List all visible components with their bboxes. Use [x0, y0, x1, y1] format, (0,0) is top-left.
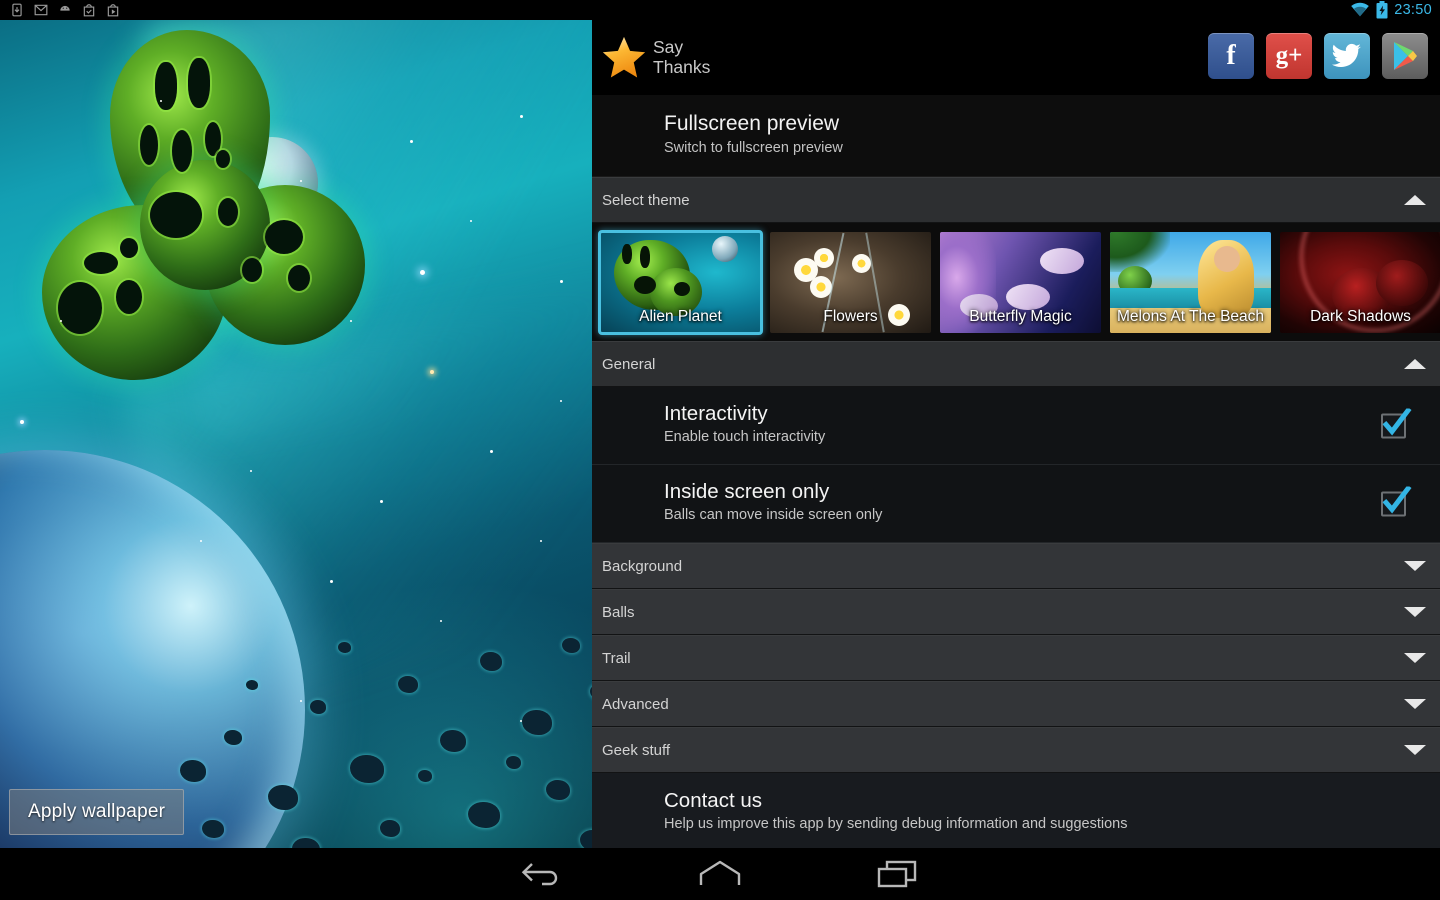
theme-list[interactable]: Alien Planet Flowers Butterfly Magic Mel…	[592, 223, 1440, 341]
fullscreen-preview-subtitle: Switch to fullscreen preview	[664, 140, 843, 156]
download-icon	[12, 3, 22, 17]
contact-us-row[interactable]: Contact us Help us improve this app by s…	[592, 773, 1440, 848]
recents-icon	[877, 860, 917, 888]
pref-subtitle: Balls can move inside screen only	[664, 507, 883, 523]
gmail-icon	[34, 4, 48, 16]
status-clock: 23:50	[1394, 2, 1432, 18]
apply-wallpaper-button[interactable]: Apply wallpaper	[9, 789, 185, 835]
status-notification-icons	[0, 3, 120, 17]
say-thanks-line2: Thanks	[653, 56, 711, 77]
back-icon	[521, 863, 558, 886]
theme-label: Melons At The Beach	[1116, 307, 1265, 325]
chevron-down-icon	[1404, 699, 1426, 709]
pref-title: Interactivity	[664, 402, 768, 425]
chevron-down-icon	[1404, 607, 1426, 617]
section-label-balls: Balls	[602, 603, 635, 621]
google-plus-icon[interactable]: g+	[1266, 33, 1312, 79]
twitter-icon[interactable]	[1324, 33, 1370, 79]
section-header-advanced[interactable]: Advanced	[592, 681, 1440, 727]
status-system-icons: 23:50	[1350, 0, 1432, 20]
checkbox-inside-screen-only[interactable]	[1381, 486, 1412, 516]
chevron-up-icon	[1404, 359, 1426, 369]
home-icon	[699, 860, 741, 885]
asteroid-field	[150, 580, 592, 848]
wifi-icon	[1351, 2, 1370, 17]
social-buttons: f g+	[1208, 33, 1428, 79]
navigation-bar	[0, 848, 1440, 900]
wallpaper-preview[interactable]: Apply wallpaper	[0, 20, 592, 848]
theme-item-melons-at-the-beach[interactable]: Melons At The Beach	[1110, 231, 1271, 333]
theme-item-alien-planet[interactable]: Alien Planet	[598, 229, 763, 335]
home-button[interactable]	[685, 854, 755, 894]
pref-title: Inside screen only	[664, 480, 830, 503]
check-icon	[1382, 486, 1412, 513]
chevron-down-icon	[1404, 653, 1426, 663]
section-header-select-theme[interactable]: Select theme	[592, 177, 1440, 223]
section-label-background: Background	[602, 557, 683, 575]
section-header-trail[interactable]: Trail	[592, 635, 1440, 681]
screen: 23:50 Apply wallpaper Say Thanks f g+ Fu…	[0, 0, 1440, 900]
status-bar: 23:50	[0, 0, 1440, 20]
back-button[interactable]	[507, 854, 577, 894]
settings-panel: Say Thanks f g+ Fullscreen preview Switc…	[592, 20, 1440, 848]
theme-label: Butterfly Magic	[969, 307, 1072, 325]
check-icon	[1382, 408, 1412, 435]
market-bag-icon	[83, 4, 95, 17]
section-label-advanced: Advanced	[602, 695, 669, 713]
pref-subtitle: Enable touch interactivity	[664, 429, 826, 445]
recents-button[interactable]	[863, 854, 933, 894]
battery-charging-icon	[1376, 1, 1388, 19]
chevron-up-icon	[1404, 195, 1426, 205]
section-label-general: General	[602, 355, 656, 373]
organic-creature	[20, 30, 420, 400]
theme-item-dark-shadows[interactable]: Dark Shadows	[1280, 231, 1440, 333]
star-icon	[602, 36, 646, 78]
brand-bar: Say Thanks f g+	[592, 20, 1440, 95]
fullscreen-preview-title: Fullscreen preview	[664, 112, 840, 135]
contact-us-subtitle: Help us improve this app by sending debu…	[664, 816, 1128, 832]
section-label-select-theme: Select theme	[602, 191, 690, 209]
pref-row-inside-screen-only[interactable]: Inside screen only Balls can move inside…	[592, 465, 1440, 543]
section-label-geek-stuff: Geek stuff	[602, 741, 671, 759]
facebook-icon[interactable]: f	[1208, 33, 1254, 79]
section-header-balls[interactable]: Balls	[592, 589, 1440, 635]
theme-label: Alien Planet	[639, 307, 722, 325]
fullscreen-preview-row[interactable]: Fullscreen preview Switch to fullscreen …	[592, 95, 1440, 177]
theme-item-flowers[interactable]: Flowers	[770, 231, 931, 333]
pref-row-interactivity[interactable]: Interactivity Enable touch interactivity	[592, 387, 1440, 465]
section-header-background[interactable]: Background	[592, 543, 1440, 589]
chevron-down-icon	[1404, 745, 1426, 755]
section-label-trail: Trail	[602, 649, 631, 667]
play-bag-icon	[107, 4, 119, 17]
section-header-geek-stuff[interactable]: Geek stuff	[592, 727, 1440, 773]
contact-us-title: Contact us	[664, 789, 762, 812]
android-icon	[60, 5, 70, 11]
theme-label: Flowers	[823, 307, 878, 325]
theme-item-butterfly-magic[interactable]: Butterfly Magic	[940, 231, 1101, 333]
checkbox-interactivity[interactable]	[1381, 408, 1412, 438]
say-thanks-line1: Say	[653, 37, 684, 57]
say-thanks-text: Say Thanks	[653, 37, 711, 77]
play-store-icon[interactable]	[1382, 33, 1428, 79]
chevron-down-icon	[1404, 561, 1426, 571]
section-header-general[interactable]: General	[592, 341, 1440, 387]
theme-label: Dark Shadows	[1310, 307, 1411, 325]
say-thanks-button[interactable]: Say Thanks	[592, 35, 710, 81]
